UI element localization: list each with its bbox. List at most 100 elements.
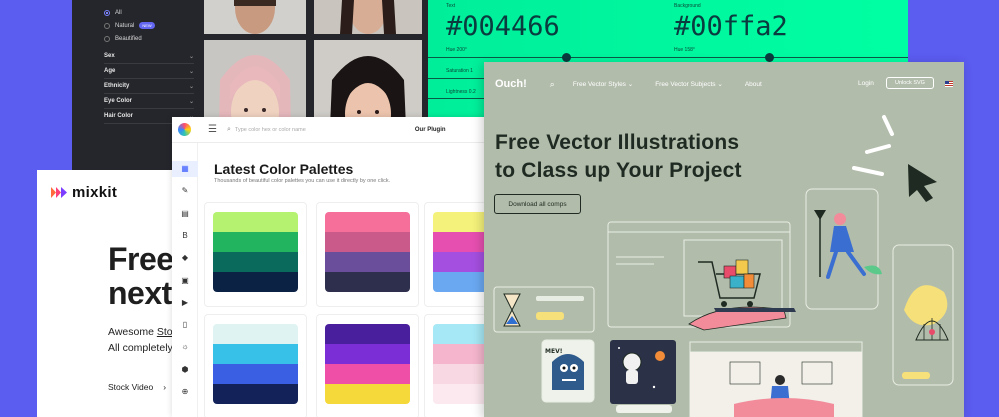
sun-icon[interactable]: ☼ xyxy=(172,339,198,355)
page-title: Latest Color Palettes xyxy=(214,161,354,177)
radio-beautified-label: Beautified xyxy=(115,35,142,42)
color-swatch[interactable] xyxy=(213,384,298,404)
hue-slider-track[interactable] xyxy=(428,57,908,58)
color-swatch[interactable] xyxy=(213,252,298,272)
color-swatch[interactable] xyxy=(325,232,410,252)
app-logo[interactable] xyxy=(178,123,191,136)
birdcage-illustration xyxy=(902,285,949,379)
color-swatch[interactable] xyxy=(213,272,298,292)
palette-swatches xyxy=(325,324,410,404)
palette-card[interactable] xyxy=(204,314,307,417)
color-swatch[interactable] xyxy=(213,232,298,252)
mixkit-subtitle: Awesome Stoc All completely xyxy=(108,324,178,356)
video-icon[interactable]: ▶ xyxy=(172,295,198,311)
image-icon[interactable]: ▣ xyxy=(172,273,198,289)
palette-card[interactable] xyxy=(204,202,307,307)
filter-age[interactable]: Age ⌄ xyxy=(104,64,194,79)
color-swatch[interactable] xyxy=(325,252,410,272)
filter-label: Age xyxy=(104,68,116,74)
fill-icon[interactable]: ◆ xyxy=(172,250,198,266)
chevron-down-icon: ⌄ xyxy=(188,83,194,90)
globe-icon[interactable]: ⊕ xyxy=(172,384,198,400)
face-thumbnail[interactable] xyxy=(204,0,306,34)
face-thumbnail[interactable] xyxy=(314,0,422,34)
palette-card[interactable] xyxy=(424,202,492,307)
shopping-cart-illustration xyxy=(688,259,796,331)
background-color-block: Background #00ffa2 Hue 158° xyxy=(674,0,894,53)
color-swatch[interactable] xyxy=(325,272,410,292)
page-subtitle: Thousands of beautiful color palettes yo… xyxy=(214,178,391,184)
hamburger-menu-icon[interactable]: ☰ xyxy=(208,124,217,135)
text-color-label: Text xyxy=(446,3,456,9)
mixkit-headline: Free next xyxy=(108,242,174,310)
subtitle-text: All completely xyxy=(108,342,173,354)
radio-natural[interactable]: Natural NEW xyxy=(104,19,194,32)
mixkit-window: mixkit Free next Awesome Stoc All comple… xyxy=(37,170,187,417)
color-swatch[interactable] xyxy=(213,344,298,364)
color-swatch[interactable] xyxy=(325,384,410,404)
gardener-illustration xyxy=(814,210,882,279)
radio-selected-icon xyxy=(104,9,110,16)
filter-ethnicity[interactable]: Ethnicity ⌄ xyxy=(104,79,194,94)
gradient-icon[interactable]: ▤ xyxy=(172,206,198,222)
tools-rail: ▦ ✎ ▤ B ◆ ▣ ▶ ▯ ☼ ⬢ ⊕ xyxy=(172,143,198,417)
chevron-down-icon: ⌄ xyxy=(188,53,194,60)
sparkle-strokes-icon xyxy=(852,115,894,176)
search-input[interactable]: Type color hex or color name xyxy=(235,127,415,133)
file-icon[interactable]: ▯ xyxy=(172,317,198,333)
color-swatch[interactable] xyxy=(213,212,298,232)
palette-card[interactable] xyxy=(316,314,419,417)
hourglass-card xyxy=(493,286,595,333)
color-swatch[interactable] xyxy=(325,324,410,344)
hue-slider-handle[interactable] xyxy=(562,53,571,62)
radio-all-label: All xyxy=(115,9,122,16)
radio-natural-label: Natural xyxy=(115,22,135,29)
search-icon: ⌕ xyxy=(226,125,231,133)
color-swatch[interactable] xyxy=(325,212,410,232)
filter-label: Sex xyxy=(104,53,115,59)
palette-card[interactable] xyxy=(424,314,492,417)
color-swatch[interactable] xyxy=(325,364,410,384)
filter-eye-color[interactable]: Eye Color ⌄ xyxy=(104,94,194,109)
hue-label: Hue 158° xyxy=(674,47,695,53)
chevron-down-icon: ⌄ xyxy=(188,98,194,105)
background-color-label: Background xyxy=(674,3,701,9)
mixkit-logo-icon xyxy=(51,187,67,198)
color-swatch[interactable] xyxy=(325,344,410,364)
palette-grid-icon[interactable]: ▦ xyxy=(172,161,198,177)
palette-card[interactable] xyxy=(316,202,419,307)
radio-beautified[interactable]: Beautified xyxy=(104,32,194,45)
stock-video-link[interactable]: Stock Video › xyxy=(108,382,166,392)
filter-sex[interactable]: Sex ⌄ xyxy=(104,49,194,64)
stock-video-label: Stock Video xyxy=(108,382,154,392)
monster-sticker: MEV! xyxy=(541,339,595,403)
hue-slider-handle[interactable] xyxy=(765,53,774,62)
sticker-text: MEV! xyxy=(545,348,562,355)
filter-label: Ethnicity xyxy=(104,83,130,89)
palette-swatches xyxy=(213,324,298,404)
headline-line: Free xyxy=(108,241,174,277)
mixkit-logo-text: mixkit xyxy=(72,184,118,201)
plugins-link[interactable]: Our Plugin xyxy=(415,127,446,133)
new-badge: NEW xyxy=(139,22,155,29)
radio-icon xyxy=(104,35,110,42)
subtitle-text: Awesome xyxy=(108,326,157,338)
cursor-arrow-icon xyxy=(908,164,937,202)
astronaut-card xyxy=(610,340,676,413)
chevron-down-icon: ⌄ xyxy=(188,68,194,75)
radio-all[interactable]: All xyxy=(104,6,194,19)
palette-swatches xyxy=(213,212,298,292)
color-swatch[interactable] xyxy=(213,324,298,344)
person-reading-illustration xyxy=(690,352,862,417)
mixkit-logo[interactable]: mixkit xyxy=(51,184,117,201)
filter-label: Eye Color xyxy=(104,98,133,104)
chevron-right-icon: › xyxy=(163,382,167,392)
hero-illustration: MEV! xyxy=(493,115,954,417)
pen-icon[interactable]: ✎ xyxy=(172,183,198,199)
color-palettes-window: ☰ ⌕ Type color hex or color name Our Plu… xyxy=(172,117,492,417)
cube-icon[interactable]: ⬢ xyxy=(172,362,198,378)
bold-icon[interactable]: B xyxy=(172,228,198,244)
color-swatch[interactable] xyxy=(213,364,298,384)
background-color-hex[interactable]: #00ffa2 xyxy=(674,11,894,42)
text-color-hex[interactable]: #004466 xyxy=(446,11,666,42)
